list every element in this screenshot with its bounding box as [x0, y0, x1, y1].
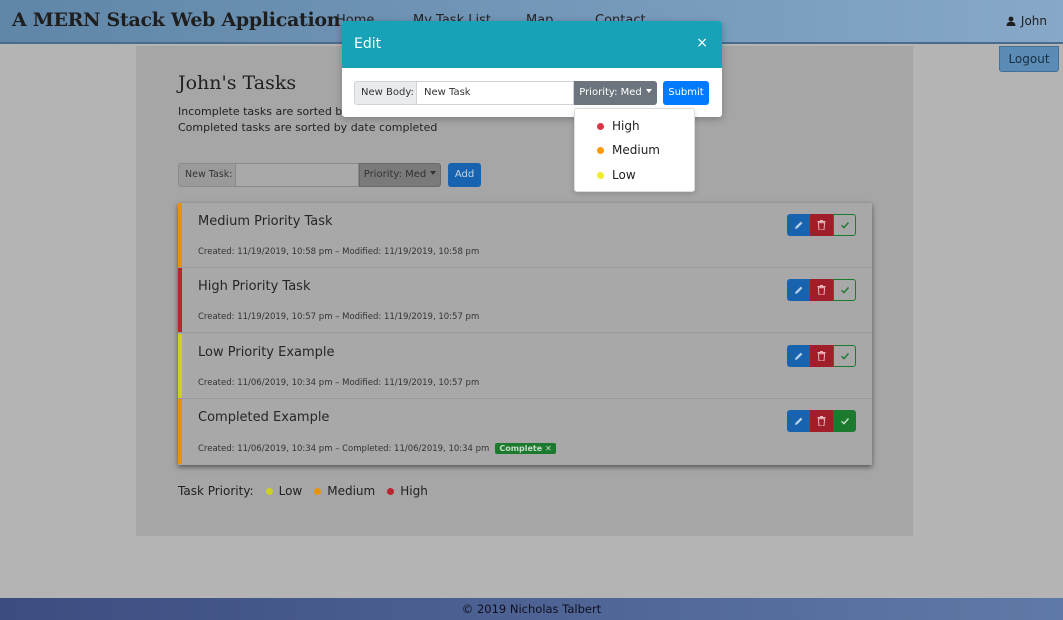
- edit-priority-dropdown[interactable]: Priority: Med: [574, 81, 657, 105]
- legend-high: High: [400, 484, 428, 498]
- task-meta: Created: 11/19/2019, 10:57 pm – Modified…: [198, 312, 480, 322]
- new-task-form: New Task: Priority: Med: [178, 163, 441, 187]
- subtitle-completed: Completed tasks are sorted by date compl…: [178, 121, 438, 134]
- task-actions: [787, 214, 856, 236]
- edit-button[interactable]: [787, 410, 810, 432]
- task-actions: [787, 279, 856, 301]
- pencil-icon: [794, 417, 802, 425]
- main-card: John's Tasks Incomplete tasks are sorted…: [136, 46, 913, 536]
- check-icon: [840, 418, 849, 425]
- task-meta-text: Created: 11/06/2019, 10:34 pm – Complete…: [198, 444, 490, 454]
- check-icon: [840, 287, 849, 294]
- edit-button[interactable]: [787, 279, 810, 301]
- priority-stripe: [178, 334, 182, 398]
- modal-header: Edit ×: [342, 21, 722, 68]
- priority-dot-icon: [597, 122, 604, 130]
- page-title: John's Tasks: [178, 72, 297, 94]
- priority-stripe: [178, 399, 182, 464]
- pencil-icon: [794, 221, 802, 229]
- new-body-input[interactable]: New Task: [417, 81, 574, 105]
- complete-toggle-button[interactable]: [833, 279, 856, 301]
- task-title: Medium Priority Task: [198, 214, 333, 229]
- chevron-down-icon: [645, 89, 652, 93]
- priority-option-label: High: [612, 119, 640, 133]
- priority-dropdown-menu: High Medium Low: [574, 108, 695, 192]
- priority-dot-icon: [597, 171, 604, 179]
- delete-button[interactable]: [810, 279, 833, 301]
- legend-low: Low: [278, 484, 303, 498]
- task-title: Completed Example: [198, 410, 330, 425]
- task-item: Medium Priority Task Created: 11/19/2019…: [178, 203, 872, 268]
- legend-medium: Medium: [327, 484, 376, 498]
- priority-stripe: [178, 268, 182, 332]
- subtitle-incomplete: Incomplete tasks are sorted by: [178, 105, 349, 118]
- trash-icon: [817, 416, 826, 426]
- modal-title: Edit: [354, 36, 382, 52]
- close-icon[interactable]: ×: [696, 35, 708, 51]
- check-icon: [840, 353, 849, 360]
- trash-icon: [817, 351, 826, 361]
- task-actions: [787, 410, 856, 432]
- priority-dot-icon: [597, 146, 604, 154]
- check-icon: [840, 222, 849, 229]
- task-item: Completed Example Created: 11/06/2019, 1…: [178, 399, 872, 464]
- priority-legend: Task Priority: Low Medium High: [178, 484, 428, 498]
- new-task-label: New Task:: [178, 163, 236, 187]
- edit-modal: Edit × New Body: New Task Priority: Med …: [342, 21, 722, 117]
- complete-toggle-button[interactable]: [833, 410, 856, 432]
- add-task-button[interactable]: Add: [448, 163, 481, 187]
- user-name: John: [1020, 14, 1047, 28]
- priority-stripe: [178, 203, 182, 267]
- complete-badge[interactable]: Complete ✕: [495, 443, 556, 454]
- new-body-label: New Body:: [354, 81, 417, 105]
- submit-button[interactable]: Submit: [663, 81, 709, 105]
- edit-button[interactable]: [787, 345, 810, 367]
- edit-priority-label: Priority: Med: [579, 87, 642, 98]
- priority-option-label: Medium: [612, 143, 660, 157]
- user-menu[interactable]: John: [1006, 14, 1047, 28]
- legend-dot-high: [387, 487, 395, 495]
- new-task-priority-dropdown[interactable]: Priority: Med: [359, 163, 441, 187]
- task-item: High Priority Task Created: 11/19/2019, …: [178, 268, 872, 333]
- delete-button[interactable]: [810, 214, 833, 236]
- logout-button[interactable]: Logout: [999, 46, 1059, 72]
- task-actions: [787, 345, 856, 367]
- pencil-icon: [794, 352, 802, 360]
- delete-button[interactable]: [810, 345, 833, 367]
- legend-dot-low: [265, 487, 273, 495]
- trash-icon: [817, 220, 826, 230]
- new-task-input[interactable]: [236, 163, 359, 187]
- task-item: Low Priority Example Created: 11/06/2019…: [178, 334, 872, 399]
- priority-option-label: Low: [612, 168, 636, 182]
- complete-toggle-button[interactable]: [833, 345, 856, 367]
- task-list: Medium Priority Task Created: 11/19/2019…: [178, 203, 872, 465]
- brand[interactable]: A MERN Stack Web Application: [12, 9, 341, 31]
- task-title: Low Priority Example: [198, 345, 335, 360]
- modal-body: New Body: New Task Priority: Med Submit: [354, 81, 709, 105]
- task-meta: Created: 11/06/2019, 10:34 pm – Complete…: [198, 443, 556, 454]
- delete-button[interactable]: [810, 410, 833, 432]
- task-meta: Created: 11/19/2019, 10:58 pm – Modified…: [198, 247, 480, 257]
- task-meta: Created: 11/06/2019, 10:34 pm – Modified…: [198, 378, 480, 388]
- pencil-icon: [794, 286, 802, 294]
- new-task-priority-label: Priority: Med: [363, 169, 427, 180]
- legend-label: Task Priority:: [178, 484, 254, 498]
- edit-button[interactable]: [787, 214, 810, 236]
- priority-option-medium[interactable]: Medium: [597, 143, 660, 157]
- user-icon: [1006, 16, 1016, 26]
- chevron-down-icon: [430, 171, 437, 175]
- task-title: High Priority Task: [198, 279, 311, 294]
- legend-dot-medium: [314, 487, 322, 495]
- trash-icon: [817, 285, 826, 295]
- priority-option-low[interactable]: Low: [597, 168, 636, 182]
- footer: © 2019 Nicholas Talbert: [0, 598, 1063, 620]
- complete-toggle-button[interactable]: [833, 214, 856, 236]
- priority-option-high[interactable]: High: [597, 119, 640, 133]
